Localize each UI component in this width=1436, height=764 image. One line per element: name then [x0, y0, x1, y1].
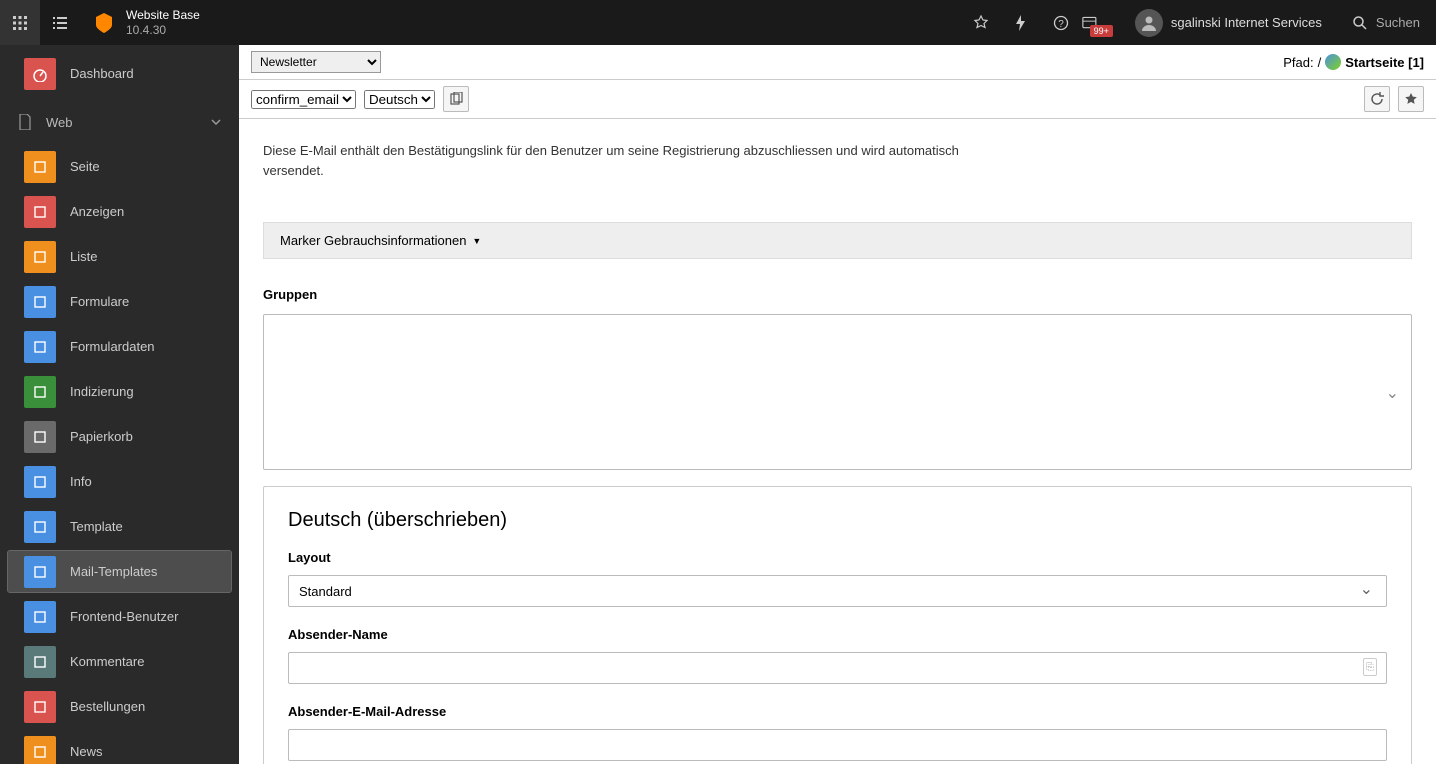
brand: Website Base 10.4.30 [80, 8, 212, 37]
search-area[interactable]: Suchen [1336, 15, 1436, 31]
sidebar-item-label: Formulardaten [70, 339, 155, 354]
sidebar-item-label: Anzeigen [70, 204, 124, 219]
sidebar-item-frontend-benutzer[interactable]: Frontend-Benutzer [8, 596, 231, 637]
sidebar-item-papierkorb[interactable]: Papierkorb [8, 416, 231, 457]
sidebar-item-formulare[interactable]: Formulare [8, 281, 231, 322]
sidebar-item-kommentare[interactable]: Kommentare [8, 641, 231, 682]
groups-select-box[interactable]: ⌄ [263, 314, 1412, 470]
sidebar-item-label: Kommentare [70, 654, 144, 669]
sidebar-item-label: Liste [70, 249, 97, 264]
caret-down-icon: ▼ [472, 236, 481, 246]
panel-title: Deutsch (überschrieben) [288, 509, 1387, 532]
svg-text:?: ? [1058, 19, 1064, 30]
sidebar-item-label: Dashboard [70, 66, 134, 81]
sidebar-item-label: Formulare [70, 294, 129, 309]
sidebar-item-label: Template [70, 519, 123, 534]
sidebar-group-web[interactable]: Web [0, 102, 239, 142]
sidebar-item-label: Mail-Templates [70, 564, 157, 579]
sidebar-item-label: Indizierung [70, 384, 134, 399]
sidebar-group-label: Web [46, 115, 73, 130]
sidebar: Dashboard Web Seite Anzeigen Liste Formular… [0, 45, 239, 764]
breadcrumb: Pfad: / Startseite [1] [1283, 54, 1424, 70]
globe-icon [1325, 54, 1341, 70]
sidebar-item-label: Bestellungen [70, 699, 145, 714]
bookmark-star-icon[interactable] [961, 0, 1001, 45]
module-icon [24, 556, 56, 588]
marker-info-label: Marker Gebrauchsinformationen [280, 233, 466, 248]
module-icon [24, 646, 56, 678]
chevron-down-icon [211, 119, 221, 125]
sidebar-item-mail-templates[interactable]: Mail-Templates [8, 551, 231, 592]
sidebar-item-bestellungen[interactable]: Bestellungen [8, 686, 231, 727]
module-icon [24, 691, 56, 723]
module-icon [24, 421, 56, 453]
breadcrumb-page[interactable]: Startseite [1] [1345, 55, 1424, 70]
notifications-badge: 99+ [1090, 25, 1113, 37]
sidebar-item-label: Papierkorb [70, 429, 133, 444]
search-placeholder: Suchen [1376, 15, 1420, 30]
sidebar-dashboard[interactable]: Dashboard [8, 53, 231, 94]
sidebar-item-seite[interactable]: Seite [8, 146, 231, 187]
sidebar-item-info[interactable]: Info [8, 461, 231, 502]
user-menu[interactable]: sgalinski Internet Services [1121, 9, 1336, 37]
brand-version: 10.4.30 [126, 23, 200, 37]
apps-icon[interactable] [0, 0, 40, 45]
module-icon [24, 241, 56, 273]
module-icon [24, 736, 56, 764]
type-select[interactable]: Newsletter [251, 51, 381, 73]
marker-info-toggle[interactable]: Marker Gebrauchsinformationen ▼ [263, 222, 1412, 259]
sidebar-item-news[interactable]: News [8, 731, 231, 764]
bookmark-button[interactable] [1398, 86, 1424, 112]
module-icon [24, 376, 56, 408]
notifications-icon[interactable]: 99+ [1081, 0, 1121, 45]
module-icon [24, 466, 56, 498]
chevron-down-icon: ⌄ [1386, 383, 1399, 403]
sender-email-label: Absender-E-Mail-Adresse [288, 704, 1387, 719]
copy-button[interactable] [443, 86, 469, 112]
list-toggle-icon[interactable] [40, 0, 80, 45]
sender-name-label: Absender-Name [288, 627, 1387, 642]
groups-label: Gruppen [263, 287, 1412, 302]
typo3-logo-icon [92, 11, 116, 35]
avatar [1135, 9, 1163, 37]
sidebar-item-template[interactable]: Template [8, 506, 231, 547]
module-icon [24, 511, 56, 543]
sender-name-input[interactable] [288, 652, 1387, 684]
module-icon [24, 331, 56, 363]
file-icon [18, 114, 32, 130]
search-icon [1352, 15, 1368, 31]
input-hint-icon: ⎘ [1363, 658, 1377, 676]
language-panel: Deutsch (überschrieben) Layout Standard … [263, 486, 1412, 764]
sidebar-item-label: News [70, 744, 103, 759]
user-name: sgalinski Internet Services [1171, 15, 1322, 30]
description-text: Diese E-Mail enthält den Bestätigungslin… [263, 141, 963, 180]
help-icon[interactable]: ? [1041, 0, 1081, 45]
sidebar-item-label: Info [70, 474, 92, 489]
sidebar-item-anzeigen[interactable]: Anzeigen [8, 191, 231, 232]
module-icon [24, 286, 56, 318]
template-select[interactable]: confirm_email [251, 90, 356, 109]
content: Newsletter Pfad: / Startseite [1] confir… [239, 45, 1436, 764]
layout-label: Layout [288, 550, 1387, 565]
module-icon [24, 196, 56, 228]
sender-email-input[interactable] [288, 729, 1387, 761]
module-icon [24, 151, 56, 183]
sidebar-item-indizierung[interactable]: Indizierung [8, 371, 231, 412]
module-icon [24, 601, 56, 633]
sidebar-item-liste[interactable]: Liste [8, 236, 231, 277]
language-select[interactable]: Deutsch [364, 90, 435, 109]
layout-select[interactable]: Standard [288, 575, 1387, 607]
refresh-button[interactable] [1364, 86, 1390, 112]
brand-title: Website Base [126, 8, 200, 22]
sidebar-item-label: Seite [70, 159, 100, 174]
sidebar-item-label: Frontend-Benutzer [70, 609, 178, 624]
sidebar-item-formulardaten[interactable]: Formulardaten [8, 326, 231, 367]
cache-flash-icon[interactable] [1001, 0, 1041, 45]
dashboard-icon [24, 58, 56, 90]
